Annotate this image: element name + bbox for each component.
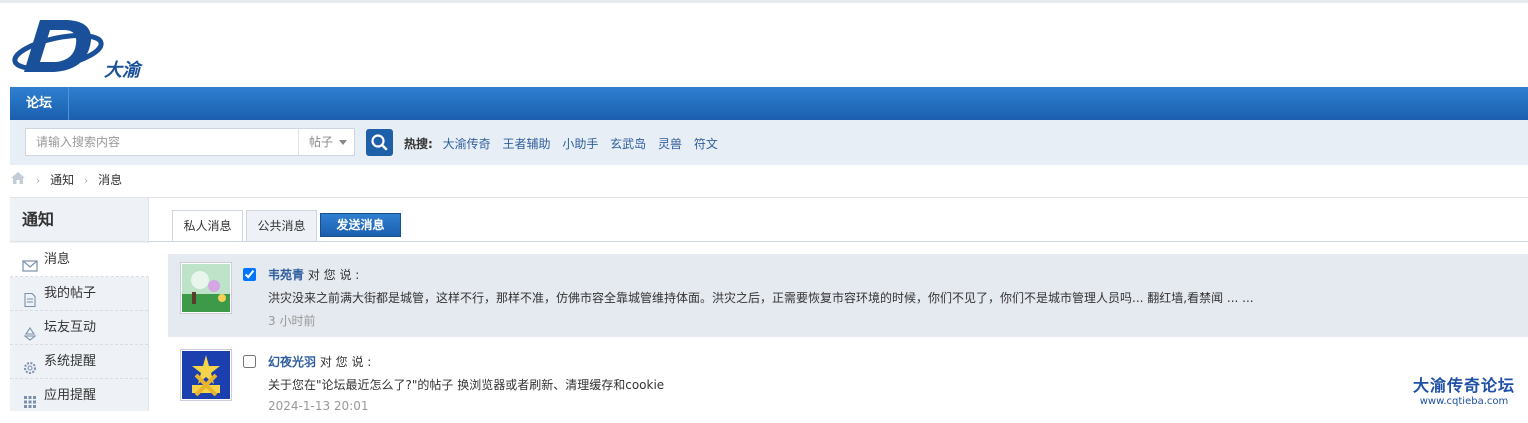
message-action: 对 您 说 : bbox=[319, 355, 372, 369]
hot-search-link[interactable]: 灵兽 bbox=[658, 137, 682, 151]
send-message-button[interactable]: 发送消息 bbox=[320, 213, 401, 237]
document-icon bbox=[22, 287, 38, 308]
avatar[interactable] bbox=[180, 262, 232, 314]
sidebar-item-interaction[interactable]: 坛友互动 bbox=[10, 311, 148, 345]
hot-search-label: 热搜: bbox=[404, 137, 433, 151]
message-checkbox[interactable] bbox=[243, 268, 256, 281]
hot-search-link[interactable]: 玄武岛 bbox=[610, 137, 646, 151]
tab-divider bbox=[148, 241, 1528, 242]
hot-search-link[interactable]: 符文 bbox=[694, 137, 718, 151]
tab-public-messages[interactable]: 公共消息 bbox=[246, 210, 317, 242]
message-preview[interactable]: 关于您在"论坛最近怎么了?"的帖子 换浏览器或者刷新、清理缓存和cookie bbox=[268, 376, 664, 393]
message-header: 幻夜光羽 对 您 说 : bbox=[268, 353, 371, 370]
search-type-label: 帖子 bbox=[309, 135, 334, 149]
avatar[interactable] bbox=[180, 349, 232, 401]
sidebar-item-messages[interactable]: 消息 bbox=[10, 243, 149, 277]
sidebar-item-app-alerts[interactable]: 应用提醒 bbox=[10, 379, 148, 413]
chevron-down-icon bbox=[339, 140, 347, 145]
search-bar: 帖子 热搜: 大渝传奇 王者辅助 小助手 玄武岛 灵兽 符文 bbox=[10, 120, 1528, 165]
breadcrumb-separator: › bbox=[35, 174, 41, 187]
gear-icon bbox=[22, 355, 38, 374]
breadcrumb-item: 消息 bbox=[98, 173, 123, 187]
sender-name[interactable]: 幻夜光羽 bbox=[268, 355, 316, 369]
search-input[interactable] bbox=[26, 129, 296, 155]
sender-name[interactable]: 韦苑青 bbox=[268, 268, 304, 282]
search-icon bbox=[371, 134, 388, 151]
message-checkbox[interactable] bbox=[243, 355, 256, 368]
watermark-url: www.cqtieba.com bbox=[1419, 396, 1509, 407]
message-preview[interactable]: 洪灾没来之前满大街都是城管，这样不行，那样不准，仿佛市容全靠城管维持体面。洪灾之… bbox=[268, 289, 1254, 306]
recycle-icon bbox=[22, 321, 38, 341]
hot-search-link[interactable]: 小助手 bbox=[562, 137, 598, 151]
logo-text: 大渝 bbox=[104, 60, 140, 81]
envelope-icon bbox=[22, 253, 38, 272]
sidebar-item-system-alerts[interactable]: 系统提醒 bbox=[10, 345, 148, 379]
sidebar-item-label: 应用提醒 bbox=[44, 388, 97, 403]
sidebar-item-label: 消息 bbox=[44, 252, 71, 267]
breadcrumb-separator: › bbox=[83, 174, 89, 187]
message-action: 对 您 说 : bbox=[307, 268, 360, 282]
search-type-select[interactable]: 帖子 bbox=[298, 129, 355, 155]
search-box: 帖子 bbox=[25, 128, 355, 156]
tab-private-messages[interactable]: 私人消息 bbox=[172, 210, 243, 242]
message-header: 韦苑青 对 您 说 : bbox=[268, 266, 359, 283]
grid-icon bbox=[22, 389, 38, 408]
sidebar: 通知 消息 我的帖子 坛友互动 系统提醒 应用提醒 bbox=[10, 198, 149, 411]
sidebar-item-my-posts[interactable]: 我的帖子 bbox=[10, 277, 148, 311]
header bbox=[0, 3, 1528, 87]
sidebar-item-label: 我的帖子 bbox=[44, 286, 97, 301]
nav-item-forum[interactable]: 论坛 bbox=[10, 87, 69, 120]
hot-search-link[interactable]: 王者辅助 bbox=[502, 137, 550, 151]
main-nav: 论坛 bbox=[10, 87, 1528, 120]
message-item[interactable]: 幻夜光羽 对 您 说 : 关于您在"论坛最近怎么了?"的帖子 换浏览器或者刷新、… bbox=[168, 341, 1528, 413]
hot-search-link[interactable]: 大渝传奇 bbox=[443, 137, 491, 151]
message-item[interactable]: 韦苑青 对 您 说 : 洪灾没来之前满大街都是城管，这样不行，那样不准，仿佛市容… bbox=[168, 254, 1528, 337]
breadcrumb: › 通知 › 消息 bbox=[10, 171, 122, 189]
search-button[interactable] bbox=[366, 129, 393, 156]
message-time: 3 小时前 bbox=[268, 314, 316, 328]
sidebar-item-label: 系统提醒 bbox=[44, 354, 97, 369]
sidebar-item-label: 坛友互动 bbox=[44, 320, 97, 335]
sidebar-title: 通知 bbox=[10, 198, 148, 242]
hot-search: 热搜: 大渝传奇 王者辅助 小助手 玄武岛 灵兽 符文 bbox=[404, 135, 726, 153]
home-icon[interactable] bbox=[10, 171, 26, 190]
watermark: 大渝传奇论坛 www.cqtieba.com bbox=[1404, 372, 1524, 407]
watermark-title: 大渝传奇论坛 bbox=[1412, 376, 1515, 395]
breadcrumb-item[interactable]: 通知 bbox=[50, 173, 74, 187]
